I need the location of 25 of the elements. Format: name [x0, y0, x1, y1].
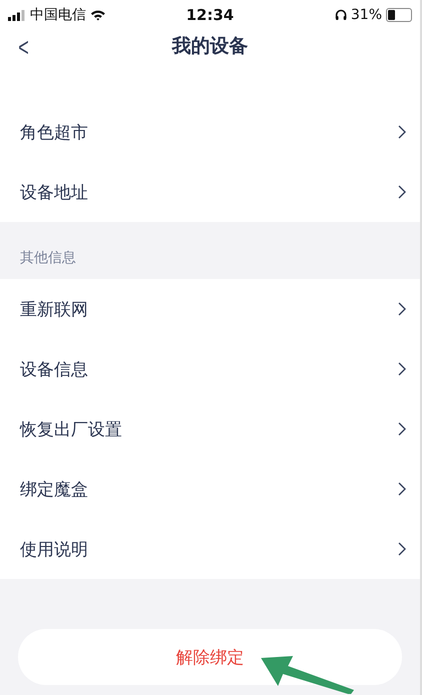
settings-row[interactable]: 绑定魔盒 — [0, 459, 420, 519]
chevron-icon — [398, 482, 406, 496]
settings-row[interactable]: 重新联网 — [0, 279, 420, 339]
chevron-icon — [398, 125, 406, 139]
battery-percent: 31% — [350, 7, 382, 23]
signal-icon — [8, 10, 26, 20]
settings-row[interactable]: 角色超市 — [0, 102, 420, 162]
settings-row[interactable]: 恢复出厂设置 — [0, 399, 420, 459]
battery-icon — [386, 8, 412, 22]
chevron-icon — [398, 302, 406, 316]
chevron-icon — [398, 422, 406, 436]
chevron-icon — [398, 185, 406, 199]
wifi-icon — [90, 9, 106, 21]
headphones-icon — [334, 9, 347, 21]
status-time: 12:34 — [186, 6, 234, 24]
unbind-button[interactable]: 解除绑定 — [18, 629, 402, 685]
page-title: 我的设备 — [172, 34, 248, 59]
chevron-icon — [398, 542, 406, 556]
settings-row[interactable]: 使用说明 — [0, 519, 420, 579]
settings-row[interactable]: 设备信息 — [0, 339, 420, 399]
settings-row[interactable]: 设备地址 — [0, 162, 420, 222]
back-button[interactable]: < — [14, 32, 34, 63]
carrier-name: 中国电信 — [30, 6, 86, 24]
section-header: 其他信息 — [19, 249, 77, 268]
chevron-icon — [398, 362, 406, 376]
